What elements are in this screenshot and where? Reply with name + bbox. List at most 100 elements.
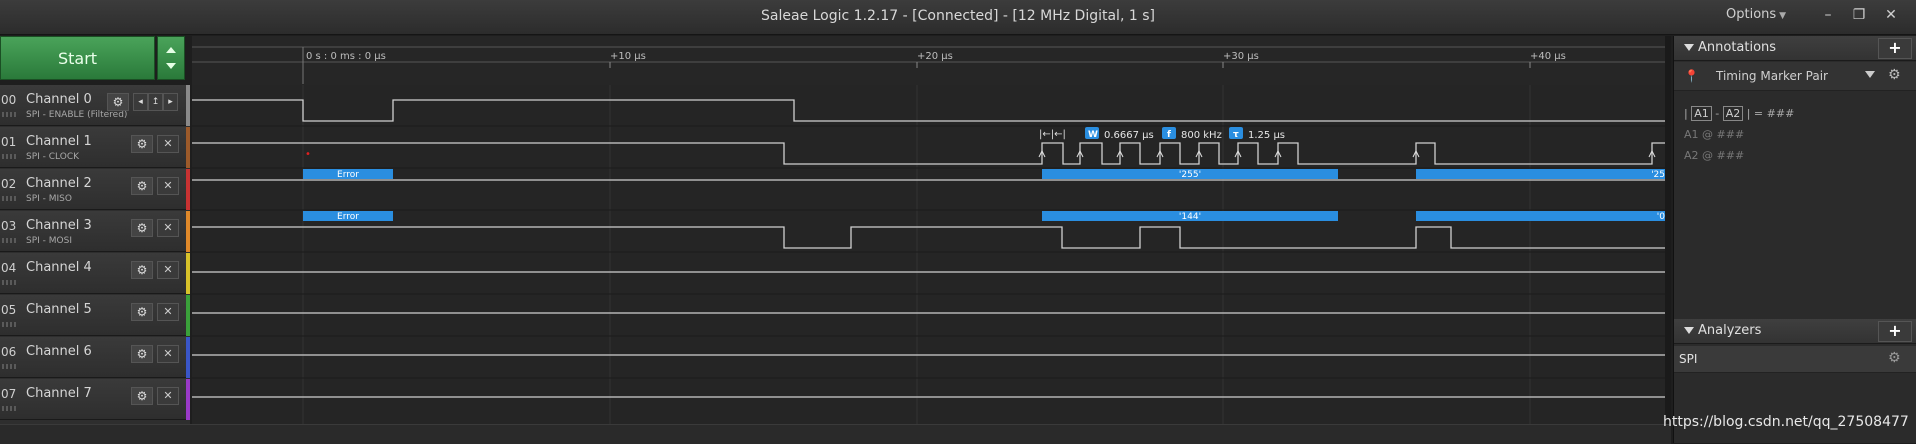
channel-name[interactable]: Channel 4 [26, 260, 92, 275]
channel-subtitle: SPI - CLOCK [26, 152, 80, 162]
gear-icon[interactable]: ⚙ [107, 93, 129, 111]
analyzers-header[interactable]: Analyzers + [1674, 319, 1916, 344]
restore-button[interactable]: ❐ [1846, 3, 1872, 27]
analyzer-item-spi[interactable]: SPI ⚙ [1674, 346, 1916, 373]
start-button[interactable]: Start [0, 36, 155, 80]
gear-icon[interactable]: ⚙ [131, 261, 153, 279]
channel-name[interactable]: Channel 7 [26, 386, 92, 401]
chevron-right-icon[interactable]: ▸ [163, 93, 178, 111]
horizontal-scrollbar[interactable] [0, 424, 1671, 444]
chevron-down-icon[interactable] [1865, 71, 1875, 78]
channel-row-2[interactable]: 02 Channel 2 SPI - MISO ⚙ ✕ [0, 169, 190, 210]
ruler-tick-label: +30 μs [1223, 51, 1259, 62]
channel-name[interactable]: Channel 3 [26, 218, 92, 233]
timing-marker-pair-label: Timing Marker Pair [1716, 69, 1828, 83]
close-icon[interactable]: ✕ [157, 261, 179, 279]
miso-byte-frame-2[interactable] [1416, 169, 1665, 179]
a2-label: A2 [1722, 106, 1744, 121]
options-menu[interactable]: Options ▼ [1726, 0, 1786, 30]
channel-row-0[interactable]: 00 Channel 0 SPI - ENABLE (Filtered) ⚙ ◂ ↥ ▸ [0, 85, 190, 126]
gear-icon[interactable]: ⚙ [131, 303, 153, 321]
channel-number: 04 [1, 261, 17, 275]
add-annotation-button[interactable]: + [1878, 38, 1912, 59]
channel-number: 02 [1, 177, 17, 191]
annotation-diff: | A1 - A2 | = ### [1684, 106, 1795, 121]
gear-icon[interactable]: ⚙ [131, 345, 153, 363]
channel-row-5[interactable]: 05 Channel 5 ⚙ ✕ [0, 295, 190, 336]
channel-0-waveform [192, 99, 1665, 122]
width-badge: W [1088, 130, 1098, 140]
start-options-button[interactable] [157, 36, 185, 80]
pin-icon: 📍 [1684, 69, 1699, 83]
analyzer-name: SPI [1679, 352, 1698, 366]
options-label: Options [1726, 7, 1777, 22]
drag-handle-icon[interactable] [2, 406, 16, 411]
channel-color-bar [186, 211, 190, 252]
drag-handle-icon[interactable] [2, 280, 16, 285]
error-marker-icon: • [305, 149, 311, 160]
miso-byte-2: '25 [1651, 170, 1665, 180]
right-panel: Annotations + 📍 Timing Marker Pair ⚙ | A… [1673, 36, 1916, 443]
time-ruler[interactable]: 0 s : 0 ms : 0 μs +10 μs +20 μs +30 μs +40 … [192, 36, 1665, 86]
timing-marker-pair-row[interactable]: 📍 Timing Marker Pair ⚙ [1674, 62, 1916, 91]
channel-row-4[interactable]: 04 Channel 4 ⚙ ✕ [0, 253, 190, 294]
drag-handle-icon[interactable] [2, 196, 16, 201]
channel-number: 00 [1, 93, 17, 107]
channel-name[interactable]: Channel 0 [26, 92, 92, 107]
drag-handle-icon[interactable] [2, 364, 16, 369]
chevron-left-icon[interactable]: ◂ [133, 93, 148, 111]
gear-icon[interactable]: ⚙ [131, 219, 153, 237]
drag-handle-icon[interactable] [2, 238, 16, 243]
analyzers-title: Analyzers [1698, 323, 1762, 338]
close-icon[interactable]: ✕ [157, 219, 179, 237]
annotation-a1-at: A1 @ ### [1684, 128, 1745, 141]
channel-name[interactable]: Channel 6 [26, 344, 92, 359]
annotation-a2-at: A2 @ ### [1684, 149, 1745, 162]
drag-handle-icon[interactable] [2, 112, 16, 117]
drag-handle-icon[interactable] [2, 322, 16, 327]
drag-handle-icon[interactable] [2, 154, 16, 159]
channel-color-bar [186, 379, 190, 420]
gear-icon[interactable]: ⚙ [131, 387, 153, 405]
channel-1-waveform [192, 142, 1665, 165]
measurement-frequency: 800 kHz [1181, 130, 1222, 141]
close-icon[interactable]: ✕ [157, 303, 179, 321]
measurement-readout: |←|←| W 0.6667 μs f 800 kHz τ 1.25 μs [1039, 127, 1285, 141]
ruler-ticks: +10 μs +20 μs +30 μs +40 μs [609, 51, 1566, 68]
vertical-scrollbar[interactable] [1665, 36, 1671, 424]
title-bar: Saleae Logic 1.2.17 - [Connected] - [12 … [0, 0, 1916, 35]
trigger-edge-icon[interactable]: ↥ [148, 93, 163, 111]
a1-label: A1 [1691, 106, 1712, 121]
measurement-width: 0.6667 μs [1104, 130, 1154, 141]
add-analyzer-button[interactable]: + [1878, 321, 1912, 342]
channel-row-6[interactable]: 06 Channel 6 ⚙ ✕ [0, 337, 190, 378]
mosi-byte-frame-2[interactable] [1416, 211, 1665, 221]
gear-icon[interactable]: ⚙ [1888, 67, 1901, 83]
channel-name[interactable]: Channel 2 [26, 176, 92, 191]
close-icon[interactable]: ✕ [157, 345, 179, 363]
mosi-error-label: Error [337, 212, 359, 222]
close-button[interactable]: ✕ [1878, 3, 1904, 27]
minimize-button[interactable]: – [1815, 3, 1841, 27]
measurement-period: 1.25 μs [1248, 130, 1285, 141]
close-icon[interactable]: ✕ [157, 135, 179, 153]
channel-row-1[interactable]: 01 Channel 1 SPI - CLOCK ⚙ ✕ [0, 127, 190, 168]
channel-row-3[interactable]: 03 Channel 3 SPI - MOSI ⚙ ✕ [0, 211, 190, 252]
clock-edge-arrows [1038, 149, 1656, 158]
channel-list: 00 Channel 0 SPI - ENABLE (Filtered) ⚙ ◂ ↥ ▸ 01… [0, 85, 190, 424]
waveform-area[interactable]: • |←|←| W 0.6667 μs f 800 kHz τ 1.25 μs … [192, 85, 1665, 424]
annotations-title: Annotations [1698, 40, 1777, 55]
gear-icon[interactable]: ⚙ [131, 177, 153, 195]
gear-icon[interactable]: ⚙ [131, 135, 153, 153]
gridlines [302, 85, 1531, 424]
channel-number: 05 [1, 303, 17, 317]
gear-icon[interactable]: ⚙ [1888, 350, 1901, 366]
close-icon[interactable]: ✕ [157, 387, 179, 405]
ruler-origin-label: 0 s : 0 ms : 0 μs [306, 51, 386, 62]
close-icon[interactable]: ✕ [157, 177, 179, 195]
channel-name[interactable]: Channel 5 [26, 302, 92, 317]
annotations-header[interactable]: Annotations + [1674, 36, 1916, 61]
channel-name[interactable]: Channel 1 [26, 134, 92, 149]
channel-row-7[interactable]: 07 Channel 7 ⚙ ✕ [0, 379, 190, 420]
channel-subtitle: SPI - ENABLE (Filtered) [26, 110, 128, 120]
